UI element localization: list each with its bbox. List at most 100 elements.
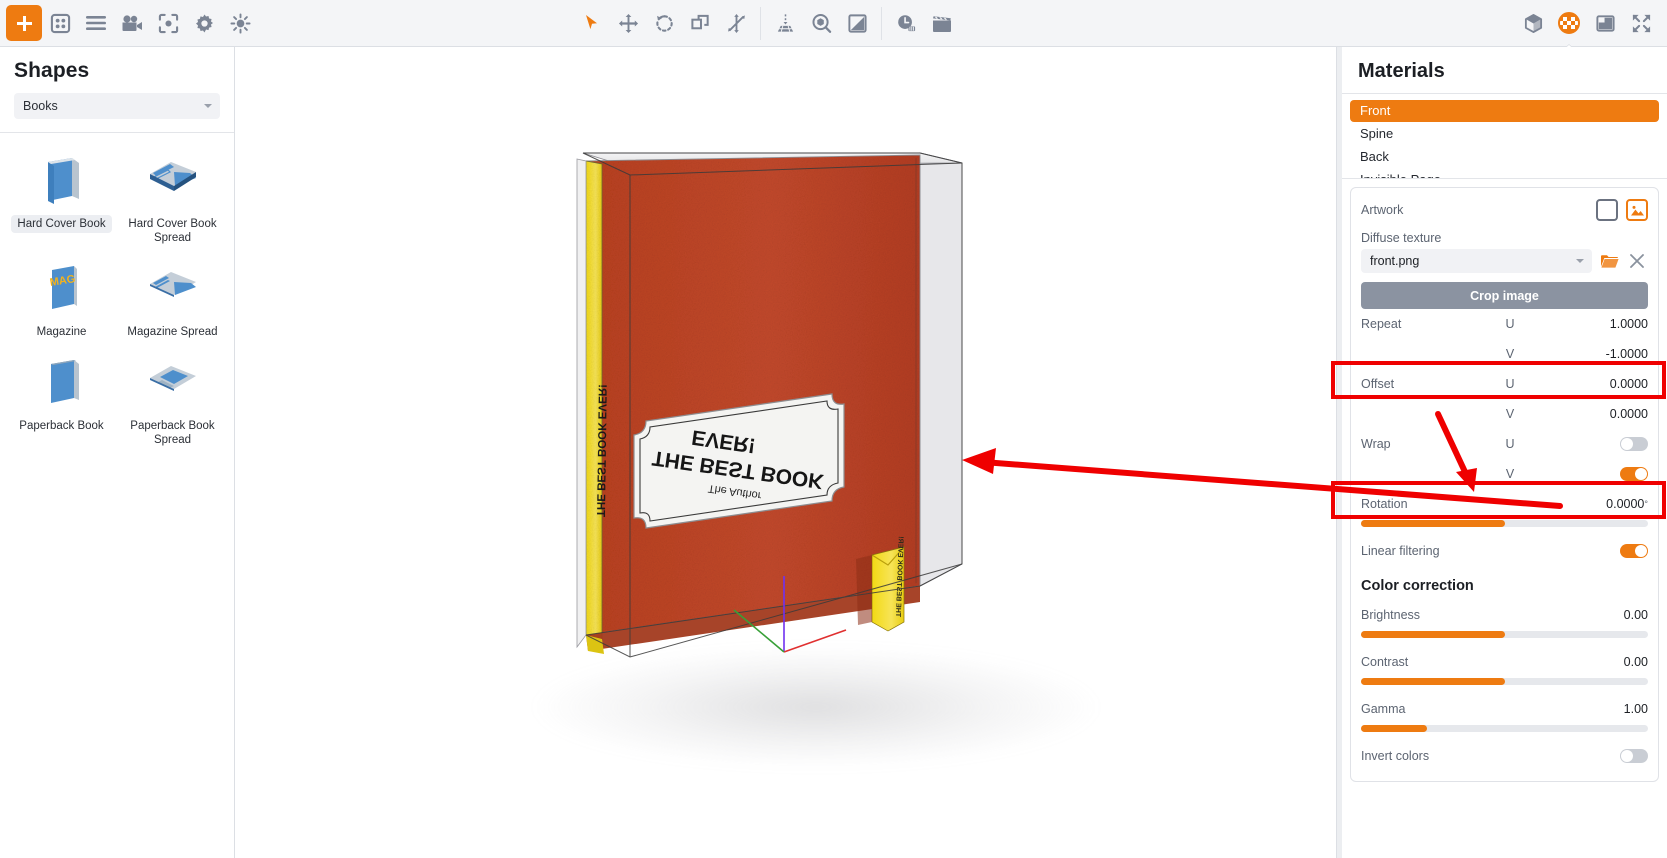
wrap-u-row[interactable]: Wrap U: [1361, 429, 1648, 459]
animation-tool[interactable]: [924, 5, 960, 41]
rotation-unit: °: [1644, 499, 1648, 509]
shape-label-hard-cover-book: Hard Cover Book: [11, 215, 111, 233]
material-view-button[interactable]: [1551, 5, 1587, 41]
contrast-slider[interactable]: [1361, 678, 1648, 685]
linear-filtering-row: Linear filtering: [1361, 536, 1648, 566]
grid-layout-button[interactable]: [42, 5, 78, 41]
linear-filtering-toggle[interactable]: [1620, 544, 1648, 558]
book-3d-model[interactable]: THE BEST BOOK EVER! THE BEST BOOK EVER! …: [236, 47, 1335, 858]
offset-v-value: 0.0000: [1555, 407, 1648, 421]
shape-item-paperback-book-spread[interactable]: Paperback Book Spread: [117, 347, 228, 449]
brightness-row: Brightness 0.00: [1361, 600, 1648, 630]
toolbar-left-group: [6, 0, 258, 47]
menu-button[interactable]: [78, 5, 114, 41]
material-item-invisible-page[interactable]: Invisible Page: [1350, 169, 1659, 178]
rotate-tool[interactable]: [646, 5, 682, 41]
paperback-book-spread-icon: [144, 353, 202, 411]
offset-v-axis: V: [1465, 407, 1555, 421]
close-x-icon[interactable]: [1626, 250, 1648, 272]
material-list-divider: [1342, 178, 1667, 179]
shape-label-magazine: Magazine: [31, 323, 93, 341]
shape-label-paperback-book: Paperback Book: [13, 417, 109, 435]
rotation-label: Rotation: [1361, 497, 1465, 511]
hard-cover-book-spread-icon: [144, 151, 202, 209]
shapes-grid: Hard Cover Book Hard Cover Book Spread: [0, 133, 234, 449]
transform-tool[interactable]: [718, 5, 754, 41]
crop-image-button[interactable]: Crop image: [1361, 282, 1648, 309]
3d-view-button[interactable]: [1515, 5, 1551, 41]
linear-filtering-label: Linear filtering: [1361, 544, 1620, 558]
book-spine-text: THE BEST BOOK EVER!: [594, 384, 608, 517]
materials-panel-title: Materials: [1342, 47, 1667, 93]
camera-button[interactable]: [114, 5, 150, 41]
shape-label-paperback-book-spread: Paperback Book Spread: [119, 417, 227, 449]
top-toolbar: [0, 0, 1667, 47]
add-shape-button[interactable]: [6, 5, 42, 41]
page-view-button[interactable]: [1587, 5, 1623, 41]
artwork-card: Artwork Diffuse texture front.png: [1350, 187, 1659, 782]
repeat-v-row[interactable]: V -1.0000: [1361, 339, 1648, 369]
folder-open-icon[interactable]: [1598, 250, 1620, 272]
artwork-row: Artwork: [1361, 198, 1648, 222]
rotation-row: Rotation 0.0000 °: [1361, 489, 1648, 519]
hard-cover-book-icon: [34, 151, 90, 209]
rotation-slider[interactable]: [1361, 520, 1648, 527]
contrast-row: Contrast 0.00: [1361, 647, 1648, 677]
shape-item-paperback-book[interactable]: Paperback Book: [6, 347, 117, 449]
gamma-value: 1.00: [1624, 702, 1648, 716]
wrap-label: Wrap: [1361, 437, 1465, 451]
image-icon: [1630, 204, 1645, 217]
repeat-u-row[interactable]: Repeat U 1.0000: [1361, 309, 1648, 339]
rotation-value: 0.0000: [1465, 497, 1644, 511]
app-root: Shapes Books Hard Cover Bo: [0, 0, 1667, 858]
shape-label-magazine-spread: Magazine Spread: [121, 323, 223, 341]
shape-item-magazine[interactable]: MAG Magazine: [6, 253, 117, 341]
artwork-image-swatch[interactable]: [1626, 199, 1648, 221]
wrap-v-axis: V: [1465, 467, 1555, 481]
magazine-icon: MAG: [34, 259, 90, 317]
diffuse-texture-label: Diffuse texture: [1361, 231, 1648, 245]
offset-u-value: 0.0000: [1555, 377, 1648, 391]
shape-label-hard-cover-book-spread: Hard Cover Book Spread: [119, 215, 227, 247]
gamma-slider[interactable]: [1361, 725, 1648, 732]
wrap-v-toggle[interactable]: [1620, 467, 1648, 481]
move-tool[interactable]: [610, 5, 646, 41]
invert-colors-toggle[interactable]: [1620, 749, 1648, 763]
shape-item-hard-cover-book[interactable]: Hard Cover Book: [6, 145, 117, 247]
select-tool[interactable]: [574, 5, 610, 41]
repeat-v-value: -1.0000: [1555, 347, 1648, 361]
wrap-u-toggle[interactable]: [1620, 437, 1648, 451]
wrap-v-row[interactable]: V: [1361, 459, 1648, 489]
artwork-color-swatch[interactable]: [1596, 199, 1618, 221]
offset-label: Offset: [1361, 377, 1465, 391]
shape-item-hard-cover-book-spread[interactable]: Hard Cover Book Spread: [117, 145, 228, 247]
brightness-slider[interactable]: [1361, 631, 1648, 638]
material-item-back[interactable]: Back: [1350, 146, 1659, 168]
material-item-front[interactable]: Front: [1350, 100, 1659, 122]
diffuse-texture-row: front.png: [1361, 249, 1648, 273]
material-item-spine[interactable]: Spine: [1350, 123, 1659, 145]
3d-viewport[interactable]: THE BEST BOOK EVER! THE BEST BOOK EVER! …: [236, 47, 1335, 858]
settings-button[interactable]: [186, 5, 222, 41]
offset-u-row[interactable]: Offset U 0.0000: [1361, 369, 1648, 399]
render-time-tool[interactable]: [888, 5, 924, 41]
material-tool[interactable]: [839, 5, 875, 41]
shape-item-magazine-spread[interactable]: Magazine Spread: [117, 253, 228, 341]
focus-button[interactable]: [150, 5, 186, 41]
scale-tool[interactable]: [682, 5, 718, 41]
fullscreen-button[interactable]: [1623, 5, 1659, 41]
ground-tool[interactable]: [767, 5, 803, 41]
environment-tool[interactable]: [803, 5, 839, 41]
magazine-spread-icon: [144, 259, 202, 317]
book-side-face: [920, 153, 962, 586]
lighting-button[interactable]: [222, 5, 258, 41]
offset-v-row[interactable]: V 0.0000: [1361, 399, 1648, 429]
offset-u-axis: U: [1465, 377, 1555, 391]
shape-category-select[interactable]: Books: [14, 93, 220, 119]
invert-colors-row: Invert colors: [1361, 741, 1648, 771]
toolbar-right-group: [1515, 0, 1659, 47]
paperback-book-icon: [34, 353, 90, 411]
invert-colors-label: Invert colors: [1361, 749, 1620, 763]
chevron-down-icon: [204, 104, 212, 108]
diffuse-texture-select[interactable]: front.png: [1361, 249, 1592, 273]
